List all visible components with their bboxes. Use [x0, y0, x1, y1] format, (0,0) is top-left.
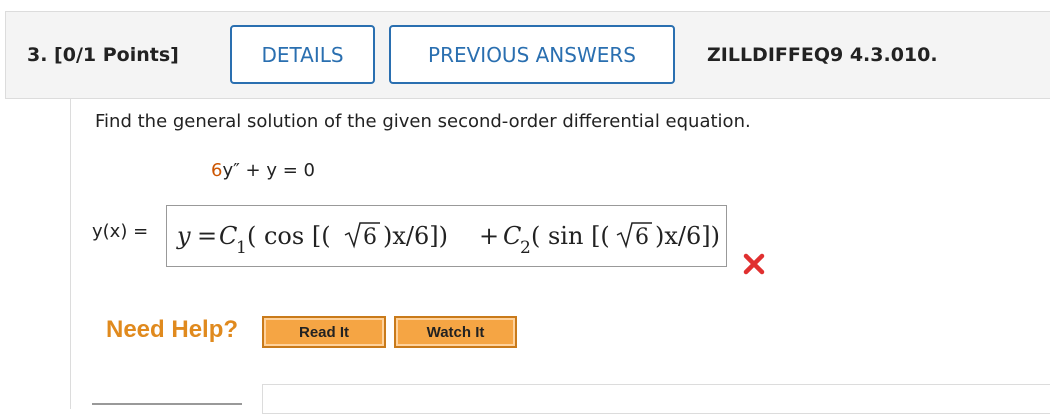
answer-label: y(x) =: [92, 221, 149, 242]
equation-body: y″ + y = 0: [222, 160, 315, 181]
answer-math-display: y = C 1 ( cos [( 6 )x/6]) + C 2 ( sin [(…: [176, 222, 720, 258]
answer-radicand-2: 6: [635, 225, 649, 250]
answer-c2: C: [503, 222, 521, 250]
answer-input[interactable]: y = C 1 ( cos [( 6 )x/6]) + C 2 ( sin [(…: [166, 205, 727, 267]
answer-sin-tail: )x/6]): [655, 222, 720, 250]
problem-equation: 6y″ + y = 0: [211, 160, 315, 181]
answer-lhs: y: [176, 222, 191, 250]
answer-cos-tail: )x/6]): [383, 222, 448, 250]
question-label: 3. [0/1 Points]: [27, 44, 179, 66]
previous-answers-button[interactable]: PREVIOUS ANSWERS: [389, 25, 675, 84]
problem-prompt: Find the general solution of the given s…: [95, 111, 751, 132]
content-divider: [70, 99, 71, 409]
answer-plus: +: [479, 222, 499, 250]
problem-code: ZILLDIFFEQ9 4.3.010.: [707, 44, 938, 66]
answer-cos-open: ( cos [(: [247, 222, 331, 250]
read-it-button[interactable]: Read It: [262, 316, 386, 348]
answer-sin-open: ( sin [(: [531, 222, 610, 250]
answer-equals: =: [197, 222, 217, 250]
answer-c1: C: [219, 222, 237, 250]
details-button[interactable]: DETAILS: [230, 25, 375, 84]
incorrect-x-icon: [743, 253, 765, 275]
submit-button-edge[interactable]: [92, 403, 242, 413]
watch-it-button[interactable]: Watch It: [394, 316, 517, 348]
equation-coefficient: 6: [211, 160, 223, 181]
need-help-label: Need Help?: [106, 316, 239, 343]
answer-sub1: 1: [236, 238, 247, 258]
answer-sub2: 2: [520, 238, 531, 258]
next-section-box: [262, 384, 1050, 414]
answer-radicand-1: 6: [363, 225, 377, 250]
